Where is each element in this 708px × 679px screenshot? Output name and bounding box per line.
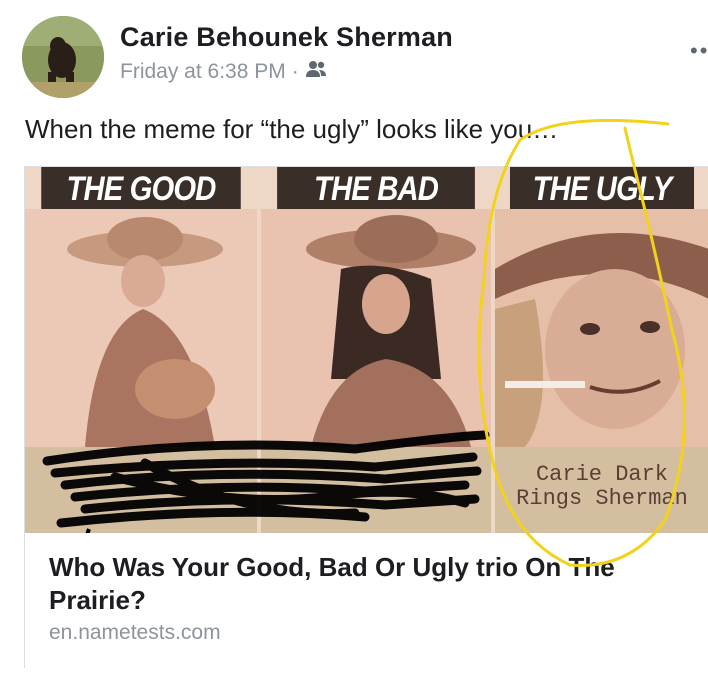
more-options-icon[interactable]: •• [690, 38, 708, 64]
meta-separator: · [291, 60, 299, 83]
post-text: When the meme for “the ugly” looks like … [25, 114, 559, 144]
link-preview-image[interactable]: THE GOOD THE BAD THE UGLY Carie Dark Rin… [25, 167, 708, 545]
avatar[interactable] [22, 16, 104, 98]
link-info[interactable]: Who Was Your Good, Bad Or Ugly trio On T… [25, 533, 708, 669]
shared-link-card[interactable]: THE GOOD THE BAD THE UGLY Carie Dark Rin… [24, 166, 708, 669]
post-author-name[interactable]: Carie Behounek Sherman [120, 22, 453, 53]
post-meta: Friday at 6:38 PM · [120, 60, 327, 84]
link-title[interactable]: Who Was Your Good, Bad Or Ugly trio On T… [49, 551, 689, 617]
redaction-scribble [42, 430, 490, 545]
post-timestamp[interactable]: Friday at 6:38 PM [120, 60, 286, 84]
friends-icon[interactable] [305, 60, 327, 84]
link-domain: en.nametests.com [49, 621, 221, 644]
